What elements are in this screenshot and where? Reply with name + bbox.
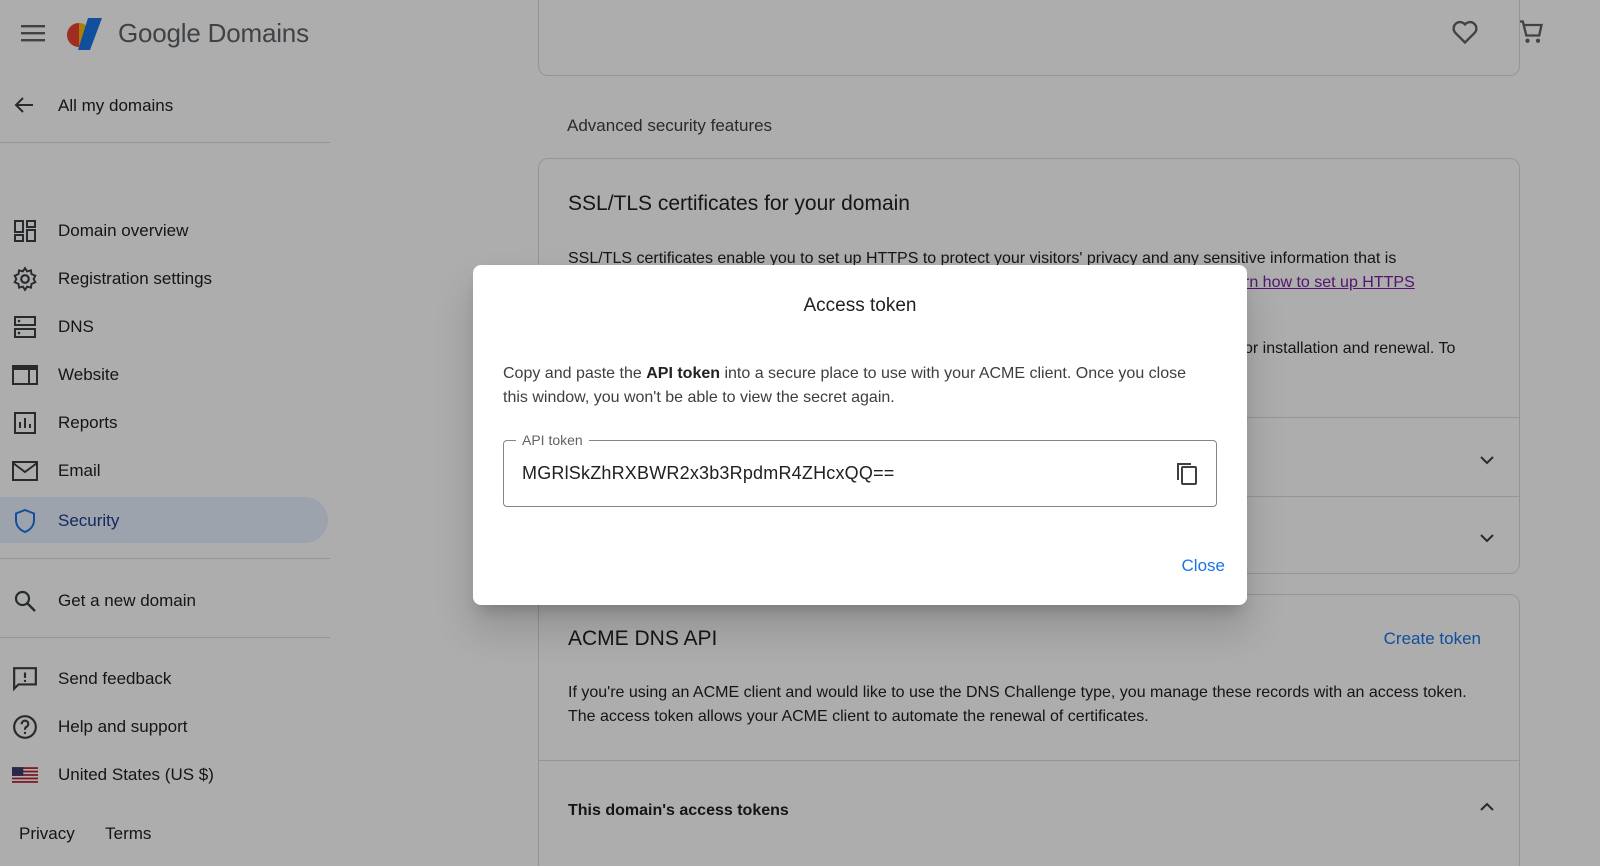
copy-icon[interactable]	[1172, 459, 1202, 489]
close-button[interactable]: Close	[1182, 556, 1225, 576]
api-token-field[interactable]: API token MGRlSkZhRXBWR2x3b3RpdmR4ZHcxQQ…	[503, 432, 1217, 507]
dialog-body-bold: API token	[646, 365, 721, 382]
dialog-body: Copy and paste the API token into a secu…	[503, 362, 1203, 410]
api-token-label: API token	[516, 432, 589, 448]
dialog-body-prefix: Copy and paste the	[503, 365, 647, 382]
access-token-dialog: Access token Copy and paste the API toke…	[473, 265, 1247, 605]
dialog-title: Access token	[803, 295, 917, 316]
api-token-value[interactable]: MGRlSkZhRXBWR2x3b3RpdmR4ZHcxQQ==	[522, 463, 895, 484]
